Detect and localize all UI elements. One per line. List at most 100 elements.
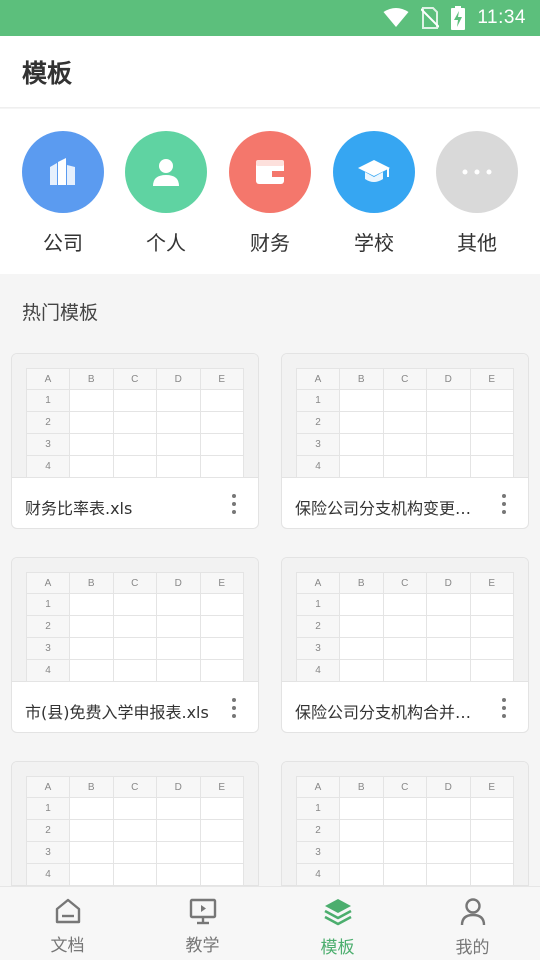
- row-number: 3: [26, 433, 70, 456]
- template-card[interactable]: ABCDE 1234 保险公司分支机构合并报告表.xls: [281, 557, 529, 733]
- nav-item-teaching[interactable]: 教学: [135, 887, 270, 960]
- more-options-button[interactable]: [490, 488, 518, 520]
- category-company[interactable]: 公司: [11, 131, 115, 256]
- sheet-cell: [156, 841, 201, 864]
- sheet-cell: [339, 389, 384, 412]
- presentation-icon: [189, 898, 216, 925]
- category-circle: [333, 131, 415, 213]
- sheet-cell: [112, 863, 157, 886]
- sheet-cell: [156, 659, 201, 682]
- sheet-cell: [469, 797, 514, 820]
- user-icon: [460, 898, 485, 926]
- row-number: 3: [296, 433, 340, 456]
- sheet-cell: [156, 819, 201, 842]
- template-name: 财务比率表.xls: [25, 499, 133, 518]
- column-header: E: [199, 368, 244, 390]
- category-label: 财务: [250, 231, 290, 255]
- sheet-preview: ABCDE 1234: [12, 558, 258, 682]
- more-dots-icon: [462, 169, 492, 175]
- column-header: B: [339, 572, 384, 594]
- sheet-cell: [469, 411, 514, 434]
- sheet-cell: [112, 411, 157, 434]
- sheet-cell: [112, 659, 157, 682]
- sheet-cell: [339, 411, 384, 434]
- template-card[interactable]: ABCDE 1234 保险公司分支机构变更报告表.xls: [281, 353, 529, 529]
- sheet-cell: [112, 841, 157, 864]
- sheet-cell: [382, 841, 427, 864]
- sheet-cell: [469, 819, 514, 842]
- sheet-cell: [339, 819, 384, 842]
- row-number: 2: [296, 411, 340, 434]
- column-header: A: [296, 368, 340, 390]
- category-other[interactable]: 其他: [425, 131, 529, 256]
- template-card[interactable]: ABCDE 1234 市(县)免费入学申报表.xls: [11, 557, 259, 733]
- category-circle: [229, 131, 311, 213]
- more-options-button[interactable]: [220, 488, 248, 520]
- sheet-cell: [469, 433, 514, 456]
- sheet-cell: [469, 593, 514, 616]
- more-options-button[interactable]: [490, 692, 518, 724]
- column-header: B: [339, 776, 384, 798]
- sheet-cell: [469, 615, 514, 638]
- sheet-cell: [199, 455, 244, 478]
- nav-label: 教学: [185, 936, 220, 956]
- sheet-cell: [69, 433, 114, 456]
- column-header: D: [426, 572, 471, 594]
- sheet-cell: [339, 637, 384, 660]
- sheet-cell: [112, 455, 157, 478]
- row-number: 4: [26, 659, 70, 682]
- sheet-cell: [69, 637, 114, 660]
- sheet-cell: [339, 615, 384, 638]
- sheet-preview: ABCDE 1234: [282, 354, 528, 478]
- sheet-cell: [382, 797, 427, 820]
- column-header: C: [382, 776, 427, 798]
- row-number: 2: [26, 819, 70, 842]
- sheet-cell: [69, 863, 114, 886]
- column-header: E: [199, 776, 244, 798]
- row-number: 4: [296, 863, 340, 886]
- sheet-cell: [382, 615, 427, 638]
- column-header: C: [382, 572, 427, 594]
- sheet-cell: [112, 593, 157, 616]
- sheet-cell: [382, 659, 427, 682]
- sheet-cell: [156, 411, 201, 434]
- column-header: C: [112, 572, 157, 594]
- row-number: 1: [26, 797, 70, 820]
- sheet-cell: [112, 433, 157, 456]
- sheet-cell: [469, 863, 514, 886]
- sheet-cell: [69, 593, 114, 616]
- category-circle: [22, 131, 104, 213]
- wallet-icon: [256, 160, 284, 184]
- sheet-cell: [69, 797, 114, 820]
- category-school[interactable]: 学校: [322, 131, 426, 256]
- sheet-cell: [382, 411, 427, 434]
- more-options-button[interactable]: [220, 692, 248, 724]
- row-number: 2: [26, 411, 70, 434]
- category-circle: [125, 131, 207, 213]
- column-header: E: [469, 776, 514, 798]
- category-personal[interactable]: 个人: [114, 131, 218, 256]
- column-header: A: [296, 572, 340, 594]
- page-title: 模板: [22, 59, 73, 88]
- home-icon: [55, 898, 80, 924]
- sheet-cell: [69, 389, 114, 412]
- sheet-cell: [156, 593, 201, 616]
- row-number: 1: [26, 593, 70, 616]
- sheet-cell: [69, 455, 114, 478]
- column-header: E: [469, 368, 514, 390]
- category-finance[interactable]: 财务: [218, 131, 322, 256]
- column-header: C: [112, 368, 157, 390]
- nav-label: 我的: [455, 938, 490, 958]
- nav-item-documents[interactable]: 文档: [0, 887, 135, 960]
- sheet-cell: [426, 615, 471, 638]
- column-header: B: [69, 572, 114, 594]
- template-card[interactable]: ABCDE 1234 财务比率表.xls: [11, 353, 259, 529]
- template-name: 保险公司分支机构合并报告表.xls: [295, 703, 487, 722]
- sheet-cell: [199, 659, 244, 682]
- nav-item-templates[interactable]: 模板: [270, 887, 405, 960]
- column-header: B: [69, 368, 114, 390]
- nav-item-mine[interactable]: 我的: [405, 887, 540, 960]
- template-name: 市(县)免费入学申报表.xls: [25, 703, 209, 722]
- sheet-cell: [199, 637, 244, 660]
- sheet-cell: [426, 389, 471, 412]
